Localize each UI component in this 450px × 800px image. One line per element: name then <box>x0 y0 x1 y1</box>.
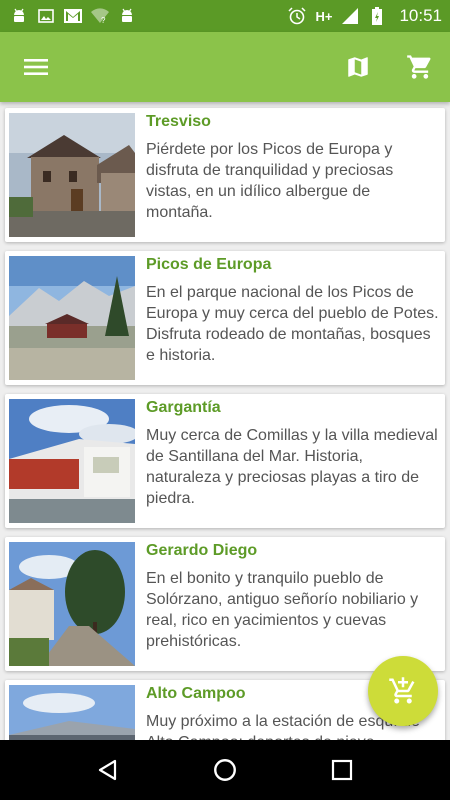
lodging-title: Tresviso <box>146 113 211 130</box>
list-item[interactable]: Tresviso Piérdete por los Picos de Europ… <box>5 108 445 242</box>
android-icon <box>118 7 136 25</box>
card-body: Picos de Europa En el parque nacional de… <box>135 251 445 385</box>
recents-button[interactable] <box>322 750 362 790</box>
lodging-photo <box>9 685 135 740</box>
map-button[interactable] <box>342 51 374 83</box>
image-icon <box>37 7 55 25</box>
clock: 10:51 <box>399 6 442 25</box>
lodging-description: En el bonito y tranquilo pueblo de Solór… <box>146 570 419 650</box>
back-button[interactable] <box>88 750 128 790</box>
status-bar: ? H+ 10:51 <box>0 0 450 32</box>
lodging-photo <box>9 113 135 237</box>
lodging-title: Gargantía <box>146 399 221 416</box>
system-nav-bar <box>0 740 450 800</box>
list-item[interactable]: Gargantía Muy cerca de Comillas y la vil… <box>5 394 445 528</box>
lodging-description: Piérdete por los Picos de Europa y disfr… <box>146 141 394 221</box>
lodging-title: Picos de Europa <box>146 256 272 273</box>
card-body: Gerardo Diego En el bonito y tranquilo p… <box>135 537 445 671</box>
status-left: ? <box>10 7 136 25</box>
home-icon <box>214 759 236 781</box>
list-item[interactable]: Picos de Europa En el parque nacional de… <box>5 251 445 385</box>
lodging-description: En el parque nacional de los Picos de Eu… <box>146 284 439 364</box>
lodging-title: Gerardo Diego <box>146 542 258 559</box>
menu-button[interactable] <box>20 51 52 83</box>
card-body: Gargantía Muy cerca de Comillas y la vil… <box>135 394 445 528</box>
lodging-list: Tresviso Piérdete por los Picos de Europ… <box>0 102 450 740</box>
app-toolbar <box>0 32 450 102</box>
gmail-icon <box>64 7 82 25</box>
cart-icon <box>407 55 431 79</box>
cart-button[interactable] <box>404 51 436 83</box>
svg-text:?: ? <box>101 16 106 24</box>
add-to-cart-button[interactable] <box>368 656 438 726</box>
map-icon <box>348 57 368 77</box>
lodging-description: Muy cerca de Comillas y la villa medieva… <box>146 427 438 507</box>
alarm-icon <box>288 7 306 25</box>
battery-icon <box>368 7 386 25</box>
signal-icon <box>341 7 359 25</box>
lodging-photo <box>9 256 135 380</box>
list-item[interactable]: Gerardo Diego En el bonito y tranquilo p… <box>5 537 445 671</box>
lodging-photo <box>9 542 135 666</box>
recents-icon <box>331 759 352 781</box>
lodging-photo <box>9 399 135 523</box>
app-root: ? H+ 10:51 Tresviso Piérdete por los Pic… <box>0 0 450 800</box>
menu-icon <box>24 59 48 75</box>
home-button[interactable] <box>205 750 245 790</box>
card-body: Tresviso Piérdete por los Picos de Europ… <box>135 108 445 242</box>
status-right: H+ 10:51 <box>288 6 442 26</box>
wifi-unknown-icon: ? <box>91 7 109 25</box>
back-icon <box>99 759 117 781</box>
android-icon <box>10 7 28 25</box>
add-to-cart-icon <box>389 677 415 704</box>
toolbar-actions <box>342 51 436 83</box>
network-type: H+ <box>315 8 333 24</box>
